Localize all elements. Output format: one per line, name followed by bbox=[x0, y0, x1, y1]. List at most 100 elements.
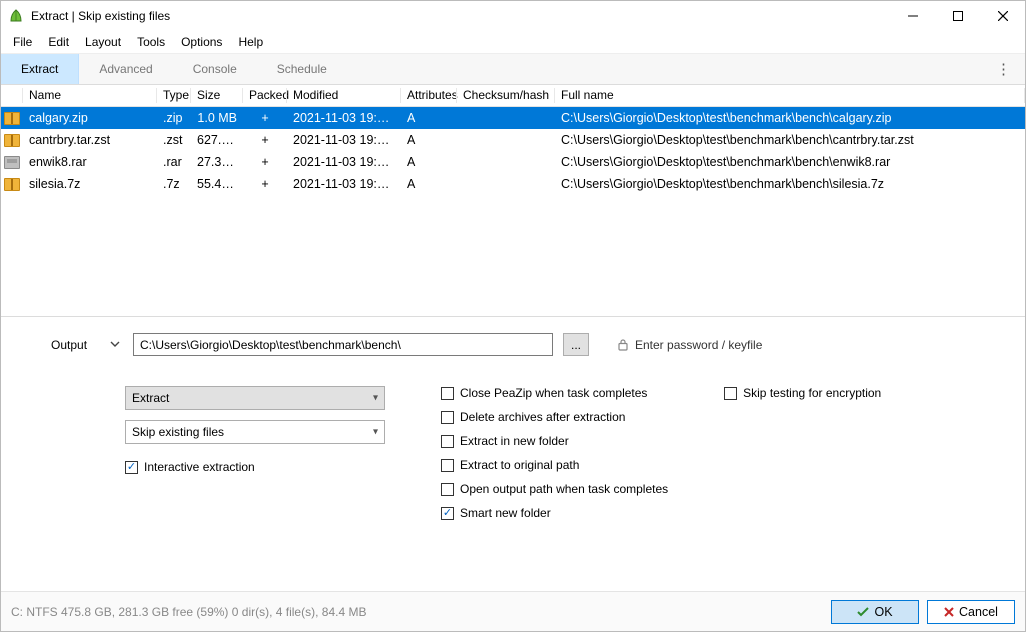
menu-layout[interactable]: Layout bbox=[77, 33, 129, 51]
archive-icon bbox=[4, 178, 20, 191]
file-list: Name Type Size Packed Modified Attribute… bbox=[1, 85, 1025, 317]
output-path-input[interactable] bbox=[133, 333, 553, 356]
menu-help[interactable]: Help bbox=[230, 33, 271, 51]
output-history-button[interactable] bbox=[107, 339, 123, 350]
cell-name: cantrbry.tar.zst bbox=[23, 133, 157, 147]
tab-schedule[interactable]: Schedule bbox=[257, 54, 347, 84]
archive-icon bbox=[4, 156, 20, 169]
cross-icon bbox=[944, 607, 954, 617]
tab-console[interactable]: Console bbox=[173, 54, 257, 84]
menu-file[interactable]: File bbox=[5, 33, 40, 51]
col-checksum[interactable]: Checksum/hash bbox=[457, 85, 555, 106]
tab-overflow-button[interactable]: ⋮ bbox=[990, 54, 1017, 84]
col-size[interactable]: Size bbox=[191, 85, 243, 106]
cell-attributes: A bbox=[401, 177, 457, 191]
cell-size: 55.4 MB bbox=[191, 177, 243, 191]
chevron-down-icon: ▾ bbox=[373, 427, 378, 438]
option-check[interactable]: Close PeaZip when task completes bbox=[441, 386, 668, 400]
cell-type: .7z bbox=[157, 177, 191, 191]
col-fullname[interactable]: Full name bbox=[555, 85, 1025, 106]
checkbox-icon: ✓ bbox=[441, 507, 454, 520]
menu-options[interactable]: Options bbox=[173, 33, 230, 51]
cell-attributes: A bbox=[401, 155, 457, 169]
cell-type: .zip bbox=[157, 111, 191, 125]
option-check[interactable]: Skip testing for encryption bbox=[724, 386, 881, 400]
browse-output-button[interactable]: ... bbox=[563, 333, 589, 356]
cell-fullname: C:\Users\Giorgio\Desktop\test\benchmark\… bbox=[555, 155, 1025, 169]
close-button[interactable] bbox=[980, 1, 1025, 31]
col-attributes[interactable]: Attributes bbox=[401, 85, 457, 106]
checkbox-icon: ✓ bbox=[125, 461, 138, 474]
output-label: Output bbox=[51, 338, 97, 352]
table-row[interactable]: enwik8.rar.rar27.3 MB+2021-11-03 19:03:3… bbox=[1, 151, 1025, 173]
option-label: Smart new folder bbox=[460, 506, 551, 520]
check-icon bbox=[857, 607, 869, 617]
cell-packed: + bbox=[243, 111, 287, 125]
option-label: Delete archives after extraction bbox=[460, 410, 625, 424]
cell-attributes: A bbox=[401, 133, 457, 147]
table-row[interactable]: cantrbry.tar.zst.zst627.5 KB+2021-11-03 … bbox=[1, 129, 1025, 151]
extract-mode-select[interactable]: Extract ▾ bbox=[125, 386, 385, 410]
interactive-extraction-check[interactable]: ✓ Interactive extraction bbox=[125, 460, 385, 474]
option-label: Extract in new folder bbox=[460, 434, 569, 448]
tab-bar: Extract Advanced Console Schedule ⋮ bbox=[1, 53, 1025, 85]
maximize-button[interactable] bbox=[935, 1, 980, 31]
col-packed[interactable]: Packed bbox=[243, 85, 287, 106]
table-row[interactable]: calgary.zip.zip1.0 MB+2021-11-03 19:02:5… bbox=[1, 107, 1025, 129]
cell-size: 27.3 MB bbox=[191, 155, 243, 169]
option-check[interactable]: ✓ Smart new folder bbox=[441, 506, 668, 520]
cell-name: calgary.zip bbox=[23, 111, 157, 125]
overwrite-policy-value: Skip existing files bbox=[132, 425, 224, 439]
status-text: C: NTFS 475.8 GB, 281.3 GB free (59%) 0 … bbox=[11, 605, 366, 619]
cell-fullname: C:\Users\Giorgio\Desktop\test\benchmark\… bbox=[555, 177, 1025, 191]
cell-size: 1.0 MB bbox=[191, 111, 243, 125]
option-check[interactable]: Delete archives after extraction bbox=[441, 410, 668, 424]
tab-extract[interactable]: Extract bbox=[1, 54, 79, 84]
tab-advanced[interactable]: Advanced bbox=[79, 54, 172, 84]
app-icon bbox=[7, 7, 25, 25]
enter-password-link[interactable]: Enter password / keyfile bbox=[617, 338, 762, 352]
cell-type: .zst bbox=[157, 133, 191, 147]
status-bar: C: NTFS 475.8 GB, 281.3 GB free (59%) 0 … bbox=[1, 591, 1025, 631]
col-name[interactable]: Name bbox=[23, 85, 157, 106]
cell-name: silesia.7z bbox=[23, 177, 157, 191]
col-modified[interactable]: Modified bbox=[287, 85, 401, 106]
minimize-button[interactable] bbox=[890, 1, 935, 31]
option-check[interactable]: Extract to original path bbox=[441, 458, 668, 472]
cell-modified: 2021-11-03 19:03:02 bbox=[287, 133, 401, 147]
checkbox-icon bbox=[441, 435, 454, 448]
option-check[interactable]: Extract in new folder bbox=[441, 434, 668, 448]
checkbox-icon bbox=[724, 387, 737, 400]
cell-packed: + bbox=[243, 133, 287, 147]
lock-icon bbox=[617, 338, 629, 351]
enter-password-label: Enter password / keyfile bbox=[635, 338, 762, 352]
cell-name: enwik8.rar bbox=[23, 155, 157, 169]
cell-fullname: C:\Users\Giorgio\Desktop\test\benchmark\… bbox=[555, 111, 1025, 125]
overwrite-policy-select[interactable]: Skip existing files ▾ bbox=[125, 420, 385, 444]
options-panel: Output ... Enter password / keyfile Extr… bbox=[1, 317, 1025, 528]
menu-tools[interactable]: Tools bbox=[129, 33, 173, 51]
col-icon[interactable] bbox=[1, 85, 23, 106]
option-label: Skip testing for encryption bbox=[743, 386, 881, 400]
cell-fullname: C:\Users\Giorgio\Desktop\test\benchmark\… bbox=[555, 133, 1025, 147]
cancel-button[interactable]: Cancel bbox=[927, 600, 1015, 624]
checkbox-icon bbox=[441, 483, 454, 496]
chevron-down-icon: ▾ bbox=[373, 393, 378, 404]
option-label: Extract to original path bbox=[460, 458, 579, 472]
cell-size: 627.5 KB bbox=[191, 133, 243, 147]
cell-modified: 2021-11-03 19:03:34 bbox=[287, 155, 401, 169]
table-header: Name Type Size Packed Modified Attribute… bbox=[1, 85, 1025, 107]
extract-mode-value: Extract bbox=[132, 391, 169, 405]
ok-button[interactable]: OK bbox=[831, 600, 919, 624]
table-row[interactable]: silesia.7z.7z55.4 MB+2021-11-03 19:03:18… bbox=[1, 173, 1025, 195]
archive-icon bbox=[4, 112, 20, 125]
window-title: Extract | Skip existing files bbox=[31, 9, 170, 23]
cell-packed: + bbox=[243, 155, 287, 169]
option-check[interactable]: Open output path when task completes bbox=[441, 482, 668, 496]
menu-edit[interactable]: Edit bbox=[40, 33, 77, 51]
checkbox-icon bbox=[441, 459, 454, 472]
archive-icon bbox=[4, 134, 20, 147]
checkbox-icon bbox=[441, 411, 454, 424]
cell-modified: 2021-11-03 19:02:54 bbox=[287, 111, 401, 125]
col-type[interactable]: Type bbox=[157, 85, 191, 106]
